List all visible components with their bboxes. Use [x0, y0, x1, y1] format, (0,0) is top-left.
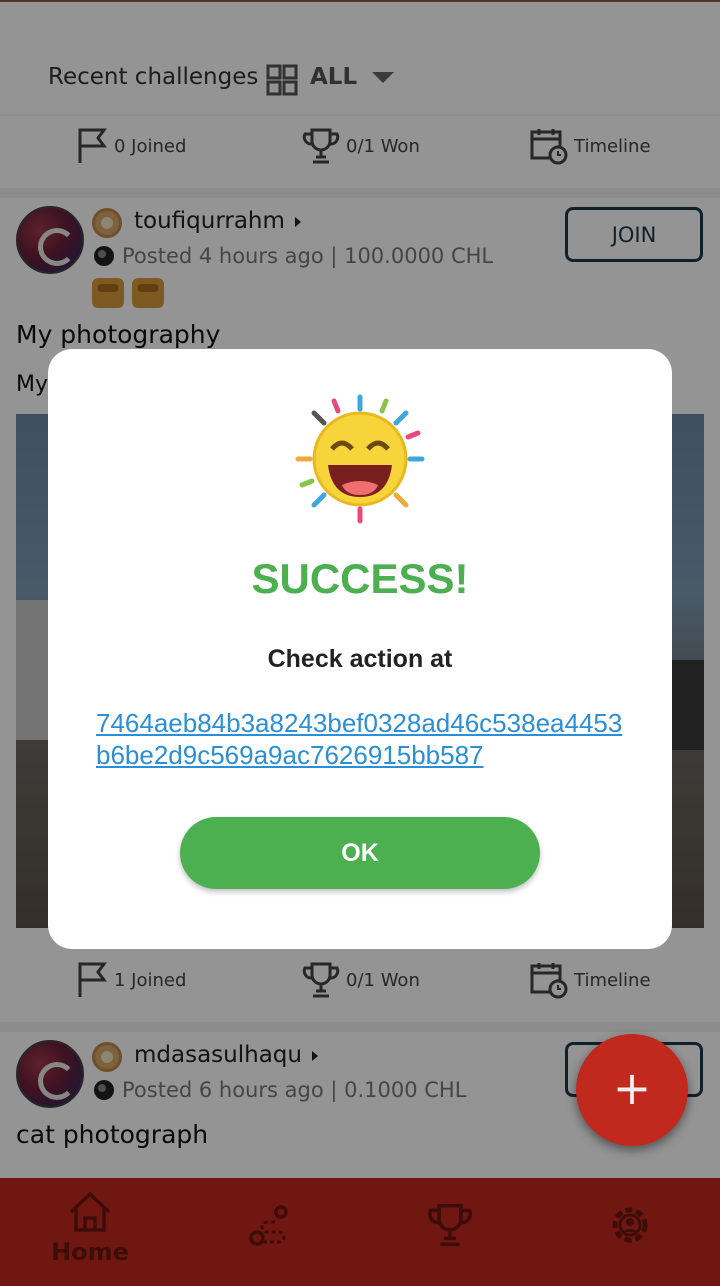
success-dialog: SUCCESS! Check action at 7464aeb84b3a824…: [48, 349, 672, 949]
ok-button[interactable]: OK: [180, 817, 540, 889]
laughing-emoji-icon: [295, 394, 425, 524]
plus-icon: +: [612, 1061, 652, 1115]
dialog-title: SUCCESS!: [251, 555, 469, 602]
add-challenge-button[interactable]: +: [576, 1034, 688, 1146]
transaction-link[interactable]: 7464aeb84b3a8243bef0328ad46c538ea4453b6b…: [96, 707, 636, 771]
dialog-message: Check action at: [267, 645, 453, 673]
